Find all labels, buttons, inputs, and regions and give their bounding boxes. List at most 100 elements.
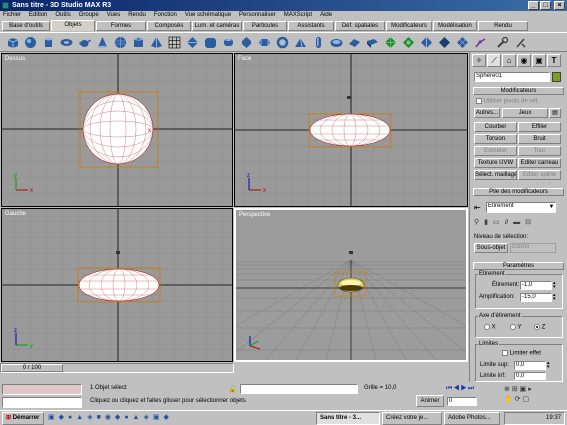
amplification-input[interactable]: -15,0 bbox=[520, 293, 552, 302]
menu-rendu[interactable]: Rendu bbox=[128, 11, 146, 20]
tab-lum-cameras[interactable]: Lum. et caméras bbox=[192, 21, 242, 31]
sub-object-dropdown[interactable]: Gizmo bbox=[510, 243, 556, 253]
zoom-icon[interactable]: ⊕ bbox=[504, 386, 510, 393]
play-icon[interactable]: ▶ bbox=[461, 385, 468, 392]
lock-icon[interactable]: 🔒 bbox=[228, 385, 237, 393]
axis-y-radio[interactable]: Y bbox=[510, 324, 522, 332]
pan-icon[interactable]: ✋ bbox=[504, 396, 513, 403]
unique-icon[interactable]: ∂ bbox=[505, 219, 513, 226]
maximize-button[interactable]: □ bbox=[540, 1, 551, 10]
menu-vues[interactable]: Vues bbox=[107, 11, 120, 20]
time-slider-thumb[interactable]: 0 / 100 bbox=[1, 364, 63, 372]
use-pivot-checkbox[interactable]: Utiliser pivots de sél. bbox=[476, 98, 539, 106]
quick-launch-icon-12[interactable]: ▣ bbox=[153, 414, 164, 421]
bruit-button[interactable]: Bruit bbox=[518, 134, 561, 144]
maxscript-input-field[interactable] bbox=[2, 397, 82, 408]
arc-rotate-icon[interactable]: ⟳ bbox=[515, 396, 521, 403]
tab-assistants[interactable]: Assistants bbox=[288, 21, 334, 31]
menu-personnaliser[interactable]: Personnaliser bbox=[239, 11, 276, 20]
quick-launch-icon-6[interactable]: ■ bbox=[97, 414, 105, 421]
hedra-icon[interactable] bbox=[186, 36, 199, 49]
modifier-stack-dropdown[interactable]: Étirement bbox=[486, 202, 556, 213]
torus-icon[interactable] bbox=[60, 36, 73, 49]
min-max-toggle-icon[interactable]: ▢ bbox=[523, 396, 530, 403]
field-of-view-icon[interactable]: ▸ bbox=[528, 386, 532, 393]
menu-groupe[interactable]: Groupe bbox=[79, 11, 99, 20]
minimize-button[interactable]: _ bbox=[528, 1, 539, 10]
limit-sup-input[interactable]: 0,0 bbox=[514, 361, 546, 370]
pyramid-icon[interactable] bbox=[150, 36, 163, 49]
tab-def-spatiales[interactable]: Déf. spatiales bbox=[335, 21, 385, 31]
limit-inf-input[interactable]: 0,0 bbox=[514, 372, 546, 380]
green-diamond-icon[interactable] bbox=[384, 36, 397, 49]
start-button[interactable]: ⊞ Démarrer bbox=[2, 412, 44, 425]
amplification-spinner-icon[interactable]: ▴ ▾ bbox=[553, 293, 558, 302]
modifiers-rollout-header[interactable]: Modificateurs bbox=[473, 87, 564, 95]
task-3dsmax[interactable]: Sans titre - 3... bbox=[316, 412, 380, 425]
tube-icon[interactable] bbox=[132, 36, 145, 49]
quick-launch-icon-9[interactable]: ● bbox=[124, 414, 132, 421]
show-end-result-icon[interactable]: ▭ bbox=[493, 219, 505, 226]
pin-stack-icon[interactable]: ⇤ bbox=[474, 203, 484, 213]
viewport-top[interactable]: x x y Dessus bbox=[1, 53, 233, 207]
task-browser[interactable]: Créez votre je... bbox=[382, 412, 442, 425]
modifier-stack-rollout-header[interactable]: Pile des modificateurs bbox=[473, 188, 564, 196]
viewport-top-label[interactable]: Dessus bbox=[5, 56, 25, 62]
task-photoshop[interactable]: Adobe Photos... bbox=[444, 412, 500, 425]
oil-tank-icon[interactable] bbox=[222, 36, 235, 49]
axis-x-radio[interactable]: X bbox=[484, 324, 496, 332]
menu-fichier[interactable]: Fichier bbox=[3, 11, 21, 20]
autres-button[interactable]: Autres... bbox=[474, 108, 500, 118]
tab-modificateurs[interactable]: Modificateurs bbox=[386, 21, 432, 31]
pin-icon[interactable]: ⚲ bbox=[474, 219, 484, 226]
viewport-left-label[interactable]: Gauche bbox=[5, 211, 26, 217]
extruder-button[interactable]: Extruder bbox=[474, 146, 517, 156]
menu-fonction[interactable]: Fonction bbox=[154, 11, 177, 20]
current-frame-input[interactable]: 0 bbox=[447, 397, 477, 406]
viewport-front[interactable]: x z Face bbox=[234, 53, 468, 207]
spindle-icon[interactable] bbox=[240, 36, 253, 49]
close-button[interactable]: × bbox=[554, 1, 565, 10]
quick-launch-icon-2[interactable]: ◆ bbox=[59, 414, 68, 421]
texture-uvw-button[interactable]: Texture UVW bbox=[474, 158, 517, 168]
sphere-icon[interactable] bbox=[24, 36, 37, 49]
viewport-left[interactable]: y z Gauche bbox=[1, 208, 233, 362]
prism-icon[interactable] bbox=[294, 36, 307, 49]
modifier-sets-button[interactable]: ▤ bbox=[549, 108, 561, 118]
hose-icon[interactable] bbox=[348, 36, 361, 49]
chevron-down-icon[interactable]: ▼ bbox=[547, 203, 556, 212]
parameters-rollout-header[interactable]: Paramètres bbox=[473, 262, 564, 270]
sub-object-button[interactable]: Sous-objet bbox=[474, 243, 508, 253]
zoom-all-icon[interactable]: ⊞ bbox=[512, 386, 518, 393]
capsule-icon[interactable] bbox=[312, 36, 325, 49]
quick-launch-icon-4[interactable]: ▲ bbox=[76, 414, 87, 421]
modify-tab-icon[interactable]: ⟋ bbox=[487, 54, 501, 67]
viewport-perspective[interactable]: Perspective bbox=[234, 208, 468, 362]
ring-wave-icon[interactable] bbox=[330, 36, 343, 49]
etirement-input[interactable]: -1,0 bbox=[520, 281, 552, 290]
editer-spline-button[interactable]: Editer spline bbox=[518, 170, 561, 180]
jeux-button[interactable]: Jeux bbox=[502, 108, 548, 118]
chamfer-box-icon[interactable] bbox=[204, 36, 217, 49]
box-icon[interactable] bbox=[6, 36, 19, 49]
active-inactive-icon[interactable]: ▮ bbox=[484, 219, 493, 226]
utilities-tab-icon[interactable]: T bbox=[547, 54, 561, 67]
quick-launch-icon-1[interactable]: ▣ bbox=[48, 414, 59, 421]
green-patch-icon[interactable] bbox=[402, 36, 415, 49]
menu-outils[interactable]: Outils bbox=[55, 11, 70, 20]
viewport-perspective-label[interactable]: Perspective bbox=[239, 212, 270, 218]
editer-carreau-button[interactable]: Editer carreau bbox=[518, 158, 561, 168]
cone-icon[interactable] bbox=[96, 36, 109, 49]
geosphere-icon[interactable] bbox=[114, 36, 127, 49]
tab-composes[interactable]: Composés bbox=[147, 21, 191, 31]
display-tab-icon[interactable]: ▣ bbox=[532, 54, 546, 67]
axis-z-radio[interactable]: Z bbox=[534, 324, 545, 332]
menu-maxscript[interactable]: MAXScript bbox=[284, 11, 312, 20]
tour-button[interactable]: Tour bbox=[518, 146, 561, 156]
object-color-swatch[interactable] bbox=[552, 72, 561, 82]
quick-launch-icon-11[interactable]: ◈ bbox=[143, 414, 152, 421]
object-name-field[interactable]: Sphère01 bbox=[474, 72, 550, 82]
next-frame-icon[interactable]: ⏭ bbox=[468, 385, 475, 392]
tab-modelisation[interactable]: Modélisation bbox=[433, 21, 477, 31]
time-slider-track[interactable]: 0 / 100 bbox=[0, 363, 234, 373]
